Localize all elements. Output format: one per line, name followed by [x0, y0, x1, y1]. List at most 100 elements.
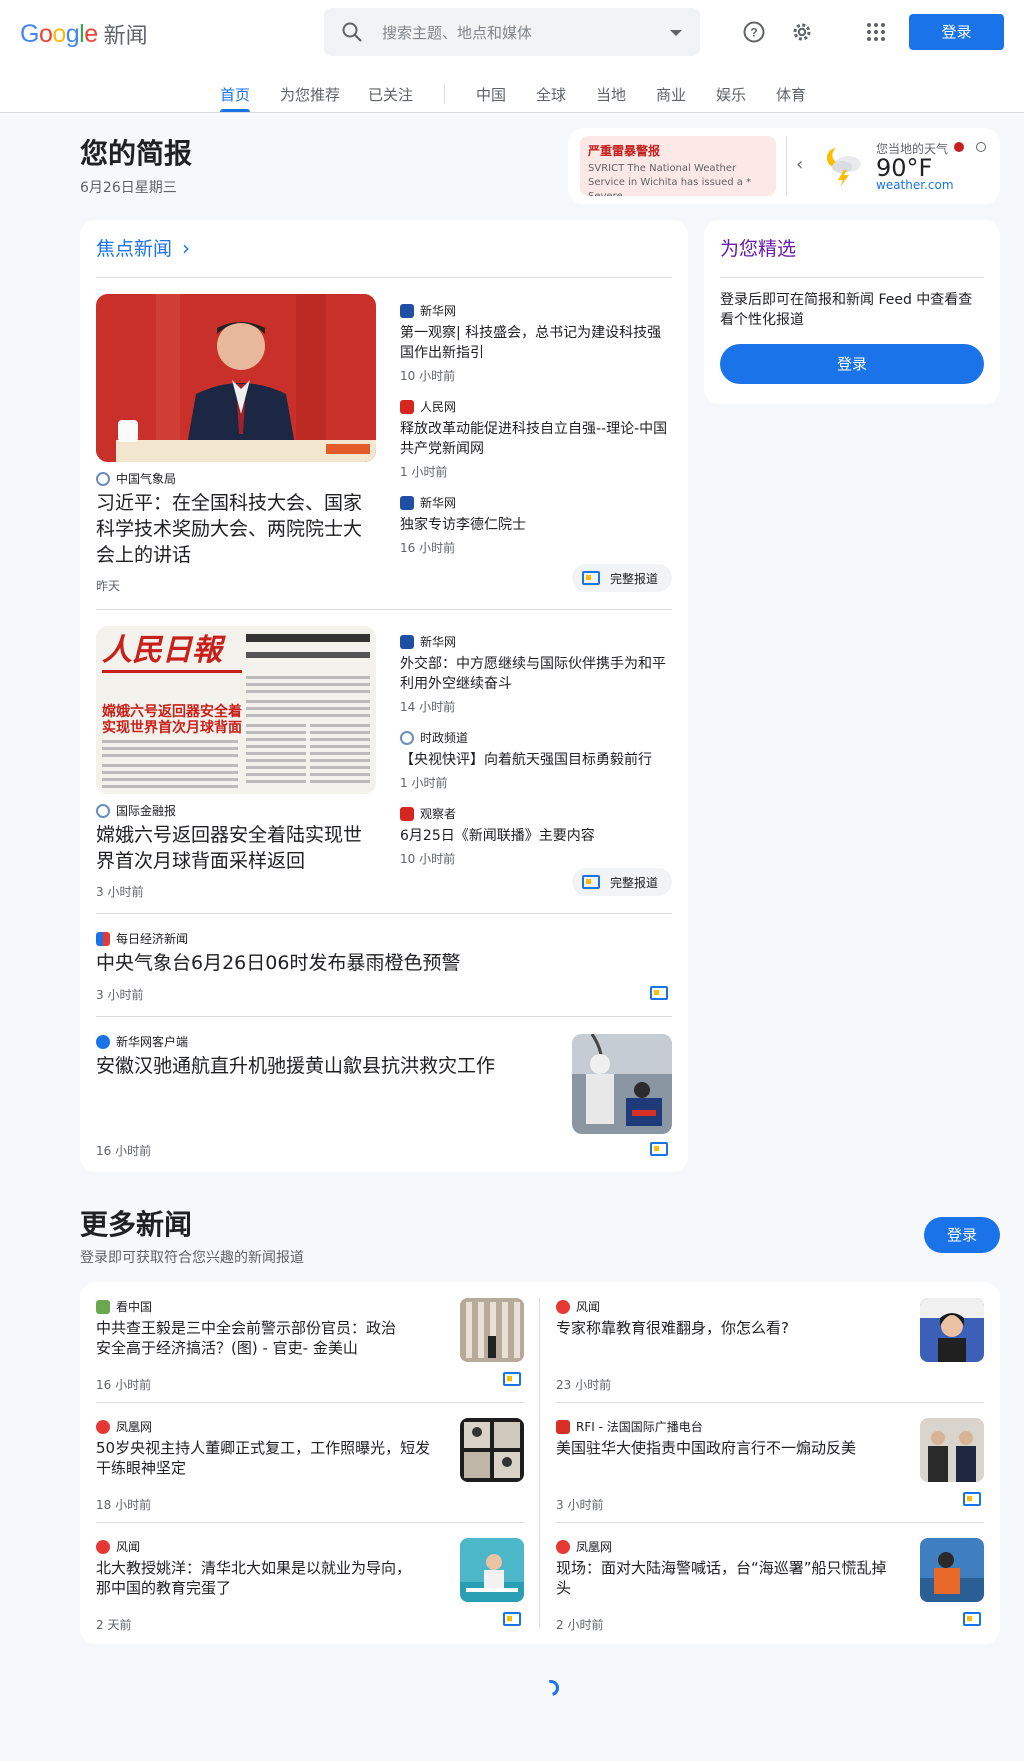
story-headline[interactable]: 专家称靠教育很难翻身，你怎么看? [556, 1318, 896, 1338]
briefing-title: 您的简报 [80, 137, 193, 170]
login-button[interactable]: 登录 [909, 14, 1004, 50]
story-image-rescue[interactable] [572, 1034, 672, 1134]
google-news-logo[interactable]: Google 新闻 [20, 18, 148, 50]
nav-tab-world[interactable]: 全球 [536, 84, 566, 105]
story-headline[interactable]: 嫦娥六号返回器安全着陆实现世界首次月球背面采样返回 [96, 822, 376, 874]
more-news-title: 更多新闻 [80, 1208, 193, 1241]
story-headline[interactable]: 美国驻华大使指责中国政府言行不一煽动反美 [556, 1438, 896, 1458]
story-thumbnail[interactable] [920, 1418, 984, 1482]
nav-tab-entertainment[interactable]: 娱乐 [716, 84, 746, 105]
story-time: 23 小时前 [556, 1378, 612, 1392]
source-logo-icon [400, 634, 414, 649]
story-headline[interactable]: 现场：面对大陆海警喊话，台“海巡署”船只慌乱掉头 [556, 1558, 896, 1598]
story-headline[interactable]: 第一观察| 科技盛会，总书记为建设科技强国作出新指引 [400, 323, 672, 363]
apps-grid-icon[interactable] [864, 20, 888, 44]
divider [96, 277, 672, 278]
story-source[interactable]: 新华网 [400, 633, 456, 650]
weather-source-link[interactable]: weather.com [876, 178, 954, 192]
source-logo-icon [96, 1539, 110, 1554]
full-coverage-icon[interactable] [963, 1612, 981, 1626]
story-source[interactable]: 风闻 [556, 1298, 600, 1315]
search-input[interactable]: 搜索主题、地点和媒体 [382, 22, 532, 43]
story-source[interactable]: RFI - 法国国际广播电台 [556, 1418, 703, 1435]
divider [96, 913, 672, 914]
story-image-xi-speech[interactable] [96, 294, 376, 462]
column-divider [539, 1298, 540, 1628]
story-time: 10 小时前 [400, 852, 456, 866]
story-thumbnail[interactable] [460, 1298, 524, 1362]
nav-tab-local[interactable]: 当地 [596, 84, 626, 105]
help-icon[interactable]: ? [742, 20, 766, 44]
story-source[interactable]: 每日经济新闻 [96, 930, 188, 947]
chevron-right-icon: › [182, 235, 191, 260]
briefing-date: 6月26日星期三 [80, 180, 177, 196]
source-logo-icon [400, 303, 414, 318]
story-headline[interactable]: 释放改革动能促进科技自立自强--理论-中国共产党新闻网 [400, 419, 672, 459]
source-logo-icon [400, 730, 414, 745]
full-coverage-icon[interactable] [503, 1372, 521, 1386]
story-thumbnail[interactable] [460, 1538, 524, 1602]
full-coverage-button[interactable]: 完整报道 [572, 868, 673, 896]
divider [96, 1522, 524, 1523]
story-headline[interactable]: 中共查王毅是三中全会前警示部份官员：政治安全高于经济搞活？(图) - 官吏- 金… [96, 1318, 396, 1358]
full-coverage-icon[interactable] [650, 1142, 668, 1156]
source-logo-icon [556, 1299, 570, 1314]
story-source[interactable]: 新华网客户端 [96, 1033, 188, 1050]
divider [556, 1522, 984, 1523]
for-you-card: 为您精选 登录后即可在简报和新闻 Feed 中查看查看个性化报道 登录 [704, 220, 1000, 404]
story-headline[interactable]: 北大教授姚洋：清华北大如果是以就业为导向，那中国的教育完蛋了 [96, 1558, 416, 1598]
for-you-login-button[interactable]: 登录 [720, 344, 984, 384]
story-headline[interactable]: 习近平：在全国科技大会、国家科学技术奖励大会、两院院士大会上的讲话 [96, 490, 376, 568]
story-source[interactable]: 凤凰网 [96, 1418, 152, 1435]
settings-gear-icon[interactable] [790, 20, 814, 44]
svg-text:实现世界首次月球背面: 实现世界首次月球背面 [102, 719, 242, 736]
nav-tab-for-you[interactable]: 为您推荐 [280, 84, 340, 105]
story-source[interactable]: 时政频道 [400, 729, 468, 746]
full-coverage-icon[interactable] [503, 1612, 521, 1626]
source-logo-icon [96, 1299, 110, 1314]
story-time: 16 小时前 [400, 541, 456, 555]
story-source[interactable]: 新华网 [400, 494, 456, 511]
top-header: Google 新闻 搜索主题、地点和媒体 ? 登录 首页 为您推荐 已关注 中国… [0, 0, 1024, 113]
story-time: 1 小时前 [400, 465, 448, 479]
story-headline[interactable]: 中央气象台6月26日06时发布暴雨橙色预警 [96, 950, 656, 976]
story-source[interactable]: 风闻 [96, 1538, 140, 1555]
weather-alert-title: 严重雷暴警报 [588, 144, 661, 158]
top-stories-header[interactable]: 焦点新闻 › [96, 234, 190, 261]
story-source[interactable]: 新华网 [400, 302, 456, 319]
story-source[interactable]: 观察者 [400, 805, 456, 822]
story-headline[interactable]: 外交部：中方愿继续与国际伙伴携手为和平利用外空继续奋斗 [400, 654, 672, 694]
chevron-left-icon[interactable]: ‹ [796, 154, 803, 175]
nav-tab-sports[interactable]: 体育 [776, 84, 806, 105]
story-source[interactable]: 看中国 [96, 1298, 152, 1315]
google-wordmark: Google [20, 19, 98, 48]
story-source[interactable]: 中国气象局 [96, 470, 176, 487]
story-headline[interactable]: 安徽汉驰通航直升机驰援黄山歙县抗洪救灾工作 [96, 1053, 556, 1079]
more-news-login-button[interactable]: 登录 [924, 1217, 1000, 1253]
story-image-newspaper[interactable]: 人民日報 嫦娥六号返回器安全着 实现世界首次月球背面 [96, 626, 376, 794]
weather-alert[interactable]: 严重雷暴警报 SVRICT The National Weather Servi… [580, 136, 776, 196]
top-stories-title: 焦点新闻 [96, 238, 173, 260]
story-headline[interactable]: 6月25日《新闻联播》主要内容 [400, 826, 672, 846]
nav-tab-home[interactable]: 首页 [220, 84, 250, 105]
nav-tab-following[interactable]: 已关注 [368, 84, 413, 105]
story-thumbnail[interactable] [460, 1418, 524, 1482]
location-target-icon[interactable] [976, 142, 986, 152]
story-headline[interactable]: 50岁央视主持人董卿正式复工，工作照曝光，短发干练眼神坚定 [96, 1438, 436, 1478]
story-headline[interactable]: 独家专访李德仁院士 [400, 515, 672, 535]
story-source[interactable]: 凤凰网 [556, 1538, 612, 1555]
search-options-dropdown-icon[interactable] [670, 30, 682, 36]
story-source[interactable]: 国际金融报 [96, 802, 176, 819]
story-thumbnail[interactable] [920, 1298, 984, 1362]
story-thumbnail[interactable] [920, 1538, 984, 1602]
full-coverage-icon[interactable] [963, 1492, 981, 1506]
story-headline[interactable]: 【央视快评】向着航天强国目标勇毅前行 [400, 750, 672, 770]
story-time: 1 小时前 [400, 776, 448, 790]
search-bar[interactable]: 搜索主题、地点和媒体 [324, 8, 700, 56]
nav-tab-china[interactable]: 中国 [476, 84, 506, 105]
full-coverage-icon[interactable] [650, 986, 668, 1000]
nav-tab-business[interactable]: 商业 [656, 84, 686, 105]
story-source[interactable]: 人民网 [400, 398, 456, 415]
source-logo-icon [96, 1419, 110, 1434]
full-coverage-button[interactable]: 完整报道 [572, 564, 673, 592]
